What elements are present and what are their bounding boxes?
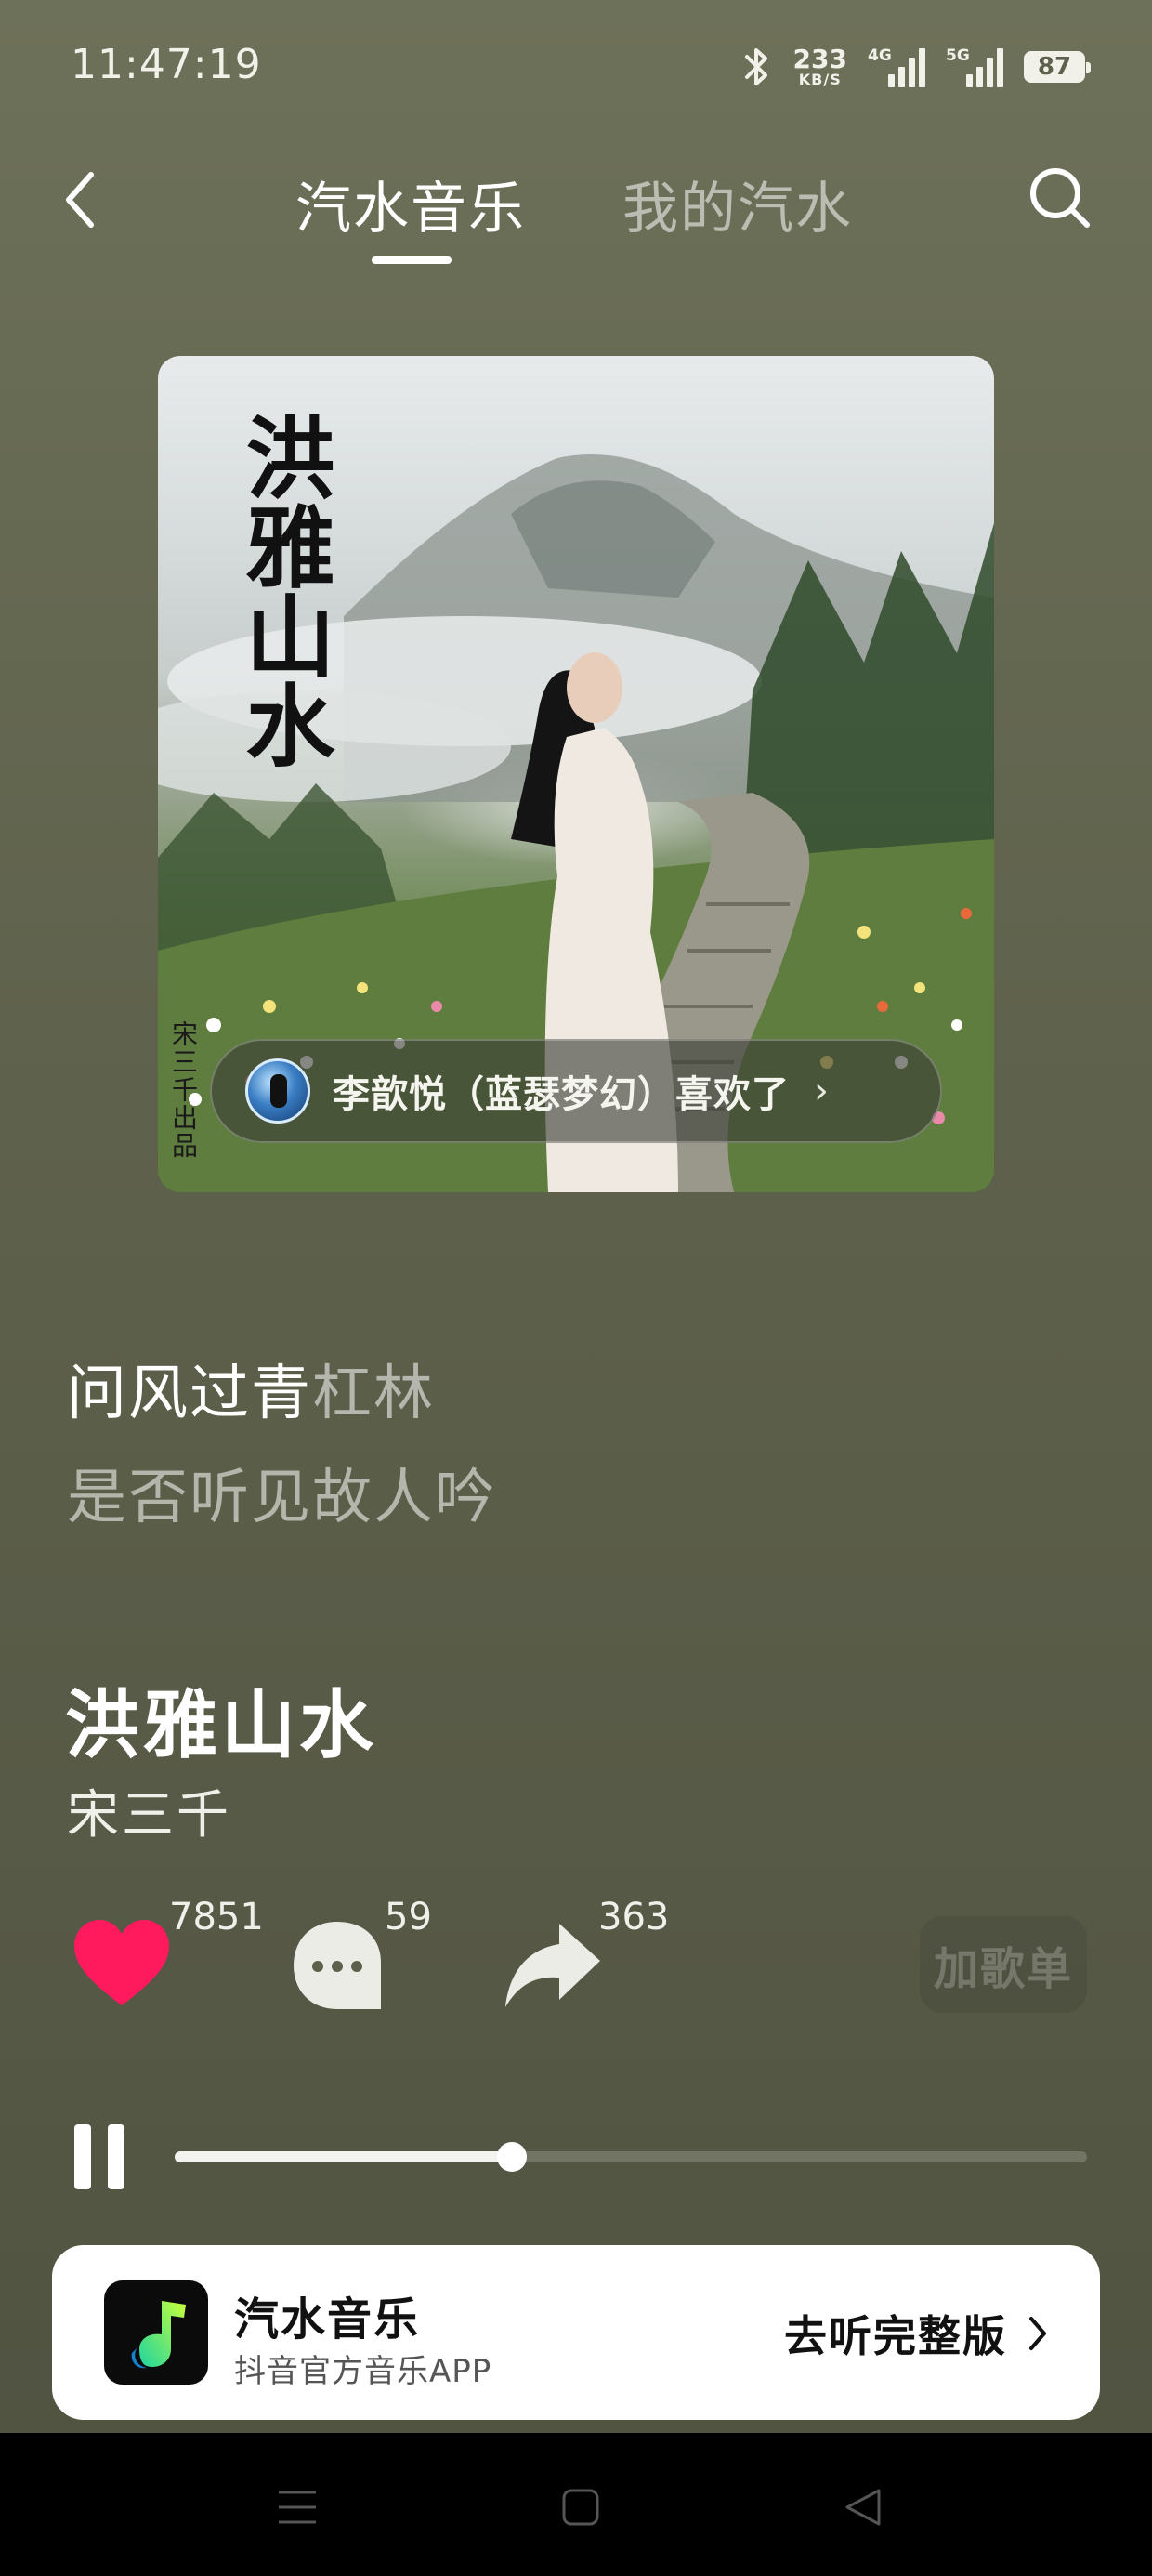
signal-5g-label: 5G: [946, 46, 970, 65]
battery-level: 87: [1037, 53, 1072, 81]
share-icon: [505, 1924, 600, 2007]
signal-5g-icon: 5G: [946, 46, 1003, 87]
add-to-playlist-button[interactable]: 加歌单: [920, 1916, 1087, 2013]
banner-cta-label: 去听完整版: [784, 2311, 1007, 2361]
search-icon: [1030, 168, 1090, 228]
comment-count: 59: [385, 1896, 432, 1939]
avatar: [245, 1058, 310, 1124]
comment-button[interactable]: [286, 1914, 388, 2017]
heart-icon: [74, 1920, 169, 2005]
status-time: 11:47:19: [71, 41, 262, 88]
nav-home-button[interactable]: [553, 2479, 609, 2535]
lyric-current-line[interactable]: 问风过青杠林: [67, 1346, 435, 1431]
comment-icon: [294, 1922, 381, 2009]
lyric-next-line[interactable]: 是否听见故人吟: [67, 1450, 496, 1535]
song-artist[interactable]: 宋三千: [67, 1773, 231, 1848]
active-tab-indicator: [372, 256, 452, 264]
system-nav-bar: [0, 2433, 1152, 2576]
tab-my-qishui[interactable]: 我的汽水: [622, 164, 853, 244]
pause-button[interactable]: [74, 2124, 134, 2189]
back-button[interactable]: [46, 167, 111, 232]
liked-by-text: 李歆悦（蓝瑟梦幻）喜欢了: [333, 1073, 790, 1116]
album-cover[interactable]: 洪雅山水 宋三千出品 李歆悦（蓝瑟梦幻）喜欢了 ›: [158, 356, 994, 1192]
nav-menu-button[interactable]: [269, 2479, 325, 2535]
banner-app-name: 汽水音乐: [234, 2293, 421, 2346]
progress-fill: [175, 2151, 513, 2162]
progress-bar[interactable]: [175, 2142, 1087, 2172]
back-triangle-icon: [845, 2489, 881, 2526]
pause-icon: [74, 2124, 91, 2189]
share-count: 363: [598, 1896, 670, 1939]
album-cover-title: 洪雅山水: [230, 412, 335, 769]
back-icon: [66, 172, 94, 228]
net-speed-unit: KB/S: [798, 71, 842, 88]
progress-knob[interactable]: [497, 2142, 528, 2172]
song-title: 洪雅山水: [65, 1682, 377, 1768]
app-promo-banner[interactable]: 汽水音乐 抖音官方音乐APP 去听完整版: [52, 2245, 1100, 2420]
banner-app-subtitle: 抖音官方音乐APP: [234, 2353, 492, 2390]
lyric-unsung-part: 杠林: [312, 1360, 435, 1428]
bluetooth-icon: [741, 45, 773, 89]
tab-qishui-music[interactable]: 汽水音乐: [295, 164, 526, 244]
net-speed: 233 KB/S: [793, 46, 847, 87]
chevron-right-icon: [1029, 2317, 1046, 2350]
listen-full-version-button[interactable]: 去听完整版: [784, 2303, 1048, 2364]
qishui-app-icon: [104, 2280, 208, 2385]
nav-back-button[interactable]: [836, 2479, 892, 2535]
battery-icon: 87: [1024, 51, 1091, 83]
search-button[interactable]: [1022, 160, 1096, 234]
lyric-sung-part: 问风过青: [67, 1360, 312, 1428]
chevron-right-icon: ›: [814, 1070, 829, 1112]
signal-4g-label: 4G: [868, 46, 892, 65]
liked-by-pill[interactable]: 李歆悦（蓝瑟梦幻）喜欢了 ›: [210, 1039, 942, 1143]
album-cover-credit: 宋三千出品: [168, 1020, 199, 1160]
share-button[interactable]: [502, 1914, 604, 2017]
home-icon: [562, 2489, 599, 2526]
like-button[interactable]: [71, 1914, 173, 2017]
like-count: 7851: [169, 1896, 264, 1939]
status-icons: 233 KB/S 4G 5G 87: [741, 41, 1091, 93]
net-speed-value: 233: [792, 44, 847, 74]
menu-icon: [279, 2491, 316, 2524]
signal-4g-icon: 4G: [868, 46, 925, 87]
